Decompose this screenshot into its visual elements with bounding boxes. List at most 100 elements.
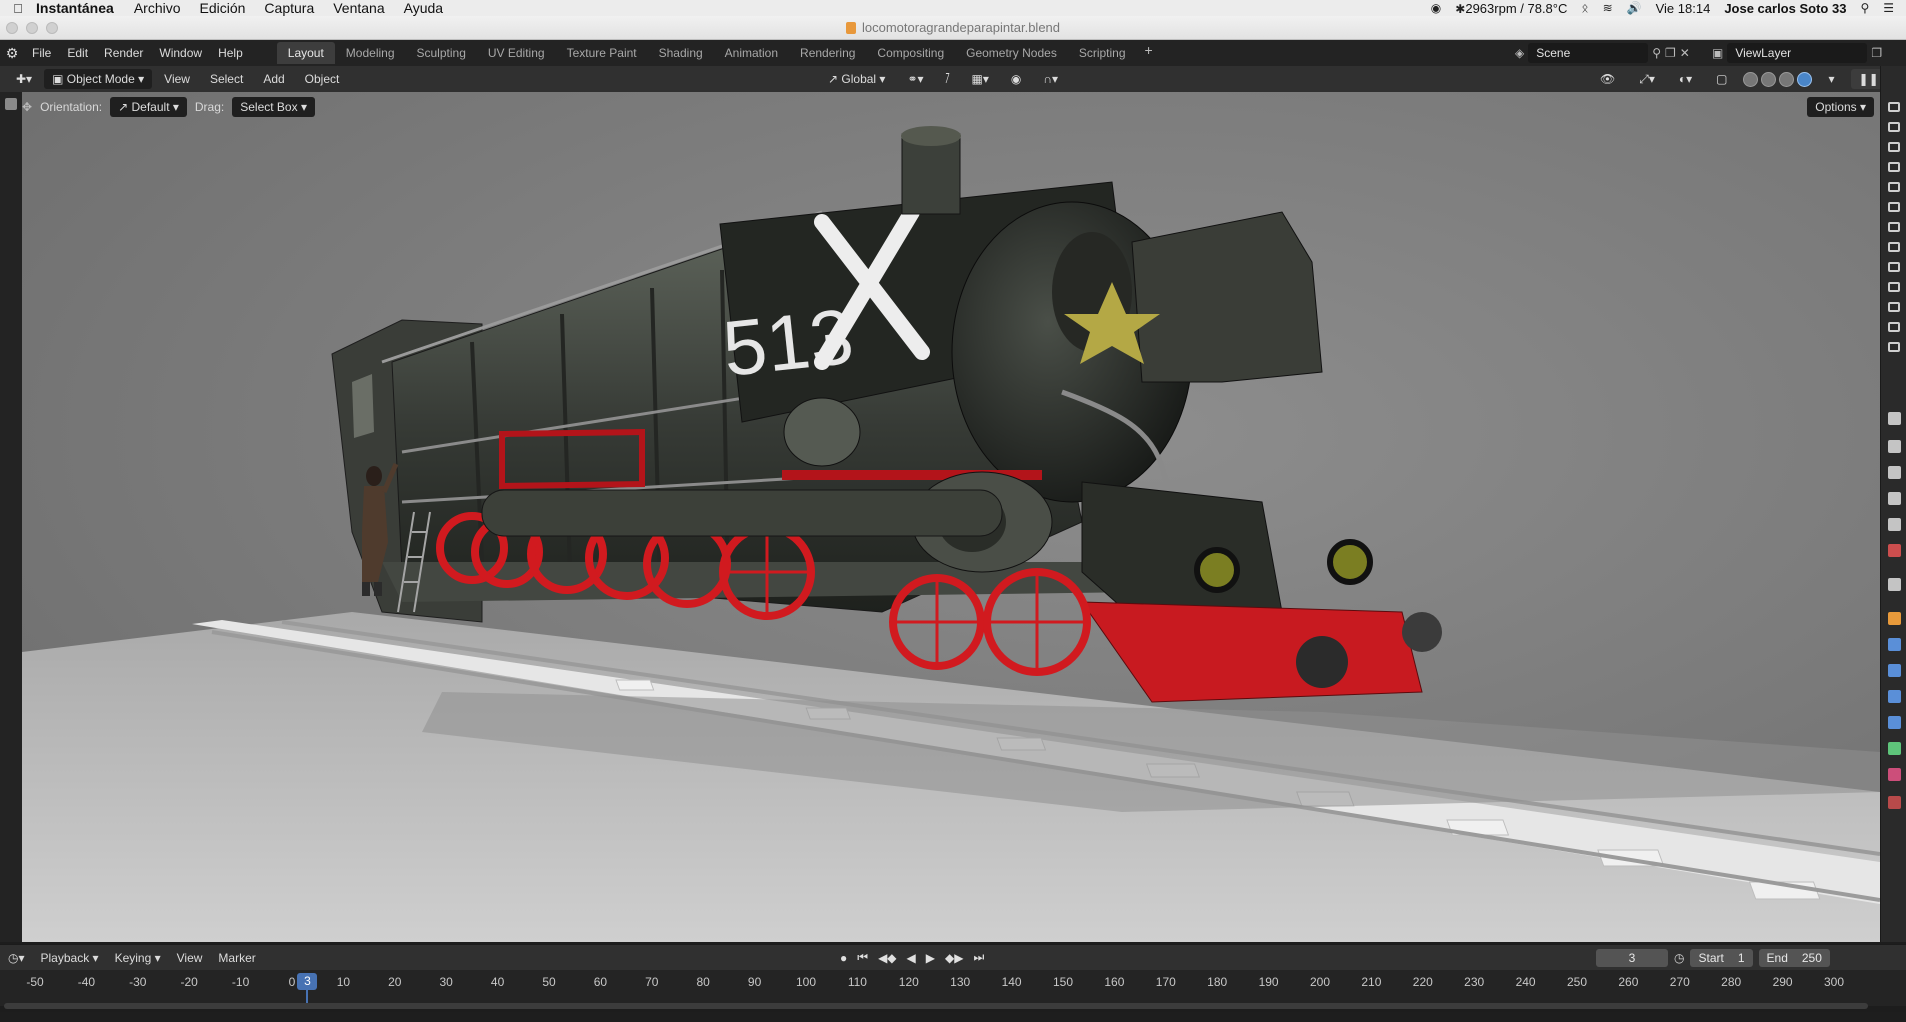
view-layer-properties-icon[interactable] [1888, 492, 1901, 505]
orientation-dropdown[interactable]: ↗ Default ▾ [110, 97, 187, 117]
clock-icon[interactable]: ◷ [1674, 951, 1684, 965]
mac-menu-edicion[interactable]: Edición [200, 0, 246, 16]
object-data-properties-icon[interactable] [1888, 742, 1901, 755]
physics-properties-icon[interactable] [1888, 690, 1901, 703]
output-properties-icon[interactable] [1888, 466, 1901, 479]
remove-scene-icon[interactable]: ✕ [1680, 46, 1690, 60]
start-frame-field[interactable]: Start 1 [1690, 948, 1753, 967]
view-layer-name-field[interactable]: ViewLayer [1727, 43, 1868, 63]
camera-icon[interactable] [1888, 342, 1900, 352]
menu-playback[interactable]: Playback ▾ [33, 951, 107, 965]
wifi-icon[interactable]: ≋ [1603, 1, 1613, 15]
3d-viewport[interactable]: 513 [22, 92, 1880, 942]
scene-properties-icon[interactable] [1888, 518, 1901, 531]
particle-properties-icon[interactable] [1888, 664, 1901, 677]
texture-properties-icon[interactable] [1888, 796, 1901, 809]
bluetooth-icon[interactable]: ᛟ [1581, 1, 1588, 15]
tab-texture-paint[interactable]: Texture Paint [556, 42, 648, 64]
tab-animation[interactable]: Animation [714, 42, 789, 64]
play-icon[interactable]: ▶ [926, 951, 935, 965]
overlay-icon[interactable]: ◐▾ [1671, 69, 1700, 89]
timeline-scrollbar[interactable] [4, 1003, 1868, 1009]
new-scene-icon[interactable]: ❐ [1665, 46, 1676, 60]
pin-icon[interactable]: ⚲ [1652, 46, 1661, 60]
jump-start-icon[interactable]: ⏮ [857, 950, 868, 965]
jump-end-icon[interactable]: ⏭ [973, 950, 984, 965]
camera-icon[interactable] [1888, 262, 1900, 272]
options-dropdown[interactable]: Options ▾ [1807, 97, 1874, 117]
minimize-window-button[interactable] [26, 22, 38, 34]
next-keyframe-icon[interactable]: ◆▶ [945, 951, 963, 965]
camera-icon[interactable] [1888, 242, 1900, 252]
wireframe-shading-button[interactable] [1743, 71, 1759, 87]
menu-render[interactable]: Render [96, 46, 151, 60]
xray-icon[interactable]: ▢ [1708, 69, 1735, 89]
scene-name-field[interactable]: Scene [1528, 43, 1649, 63]
gizmo-icon[interactable]: ⤢▾ [1631, 69, 1663, 89]
menu-marker[interactable]: Marker [210, 951, 263, 965]
solid-shading-button[interactable] [1761, 71, 1777, 87]
timeline-editor-type-icon[interactable]: ◷▾ [0, 951, 33, 965]
camera-icon[interactable] [1888, 222, 1900, 232]
camera-icon[interactable] [1888, 182, 1900, 192]
new-view-layer-icon[interactable]: ❐ [1871, 46, 1882, 60]
mac-menu-ayuda[interactable]: Ayuda [404, 0, 443, 16]
record-icon[interactable]: ● [840, 951, 847, 965]
timeline-ruler[interactable]: -50 -40 -30 -20 -10 0 10 20 30 40 50 60 70 80 90 100 110… [0, 970, 1906, 1006]
material-shading-button[interactable] [1779, 71, 1795, 87]
rendered-shading-button[interactable] [1797, 71, 1813, 87]
menu-edit[interactable]: Edit [59, 46, 96, 60]
menu-select[interactable]: Select [202, 69, 251, 89]
select-tool-icon[interactable] [5, 98, 17, 110]
menu-view[interactable]: View [156, 69, 198, 89]
zoom-window-button[interactable] [46, 22, 58, 34]
tab-rendering[interactable]: Rendering [789, 42, 866, 64]
object-properties-icon[interactable] [1888, 612, 1901, 625]
constraint-properties-icon[interactable] [1888, 716, 1901, 729]
camera-icon[interactable] [1888, 142, 1900, 152]
falloff-icon[interactable]: ∩▾ [1035, 69, 1066, 89]
mac-clock[interactable]: Vie 18:14 [1656, 1, 1711, 16]
menu-window[interactable]: Window [151, 46, 210, 60]
proportional-edit-icon[interactable]: ◉ [1003, 69, 1029, 89]
pivot-point-icon[interactable]: ⚭▾ [899, 69, 931, 89]
tab-uv-editing[interactable]: UV Editing [477, 42, 556, 64]
prev-keyframe-icon[interactable]: ◀◆ [878, 951, 896, 965]
play-reverse-icon[interactable]: ◀ [907, 951, 916, 965]
tab-scripting[interactable]: Scripting [1068, 42, 1137, 64]
tab-modeling[interactable]: Modeling [335, 42, 406, 64]
camera-icon[interactable] [1888, 122, 1900, 132]
spotlight-search-icon[interactable]: ⚲ [1860, 1, 1869, 15]
material-properties-icon[interactable] [1888, 768, 1901, 781]
end-frame-field[interactable]: End 250 [1758, 948, 1830, 967]
tab-compositing[interactable]: Compositing [866, 42, 955, 64]
transform-orientation-dropdown[interactable]: ↗ Global ▾ [820, 69, 893, 89]
drag-dropdown[interactable]: Select Box ▾ [232, 97, 315, 117]
camera-icon[interactable] [1888, 102, 1900, 112]
modifier-properties-icon[interactable] [1888, 638, 1901, 651]
mac-menu-ventana[interactable]: Ventana [333, 0, 384, 16]
notification-center-icon[interactable]: ☰ [1883, 1, 1894, 15]
menu-add[interactable]: Add [255, 69, 292, 89]
current-frame-field[interactable]: 3 [1596, 948, 1668, 967]
menu-file[interactable]: File [24, 46, 59, 60]
collection-properties-icon[interactable] [1888, 578, 1901, 591]
creative-cloud-icon[interactable]: ◉ [1431, 1, 1441, 15]
cpu-status[interactable]: ✱2963rpm / 78.8°C [1455, 1, 1567, 16]
menu-timeline-view[interactable]: View [169, 951, 211, 965]
current-frame-indicator[interactable]: 3 [297, 973, 318, 990]
move-tool-icon[interactable]: ✥ [22, 100, 32, 114]
camera-icon[interactable] [1888, 322, 1900, 332]
camera-icon[interactable] [1888, 302, 1900, 312]
tool-properties-icon[interactable] [1888, 412, 1901, 425]
mac-menu-captura[interactable]: Captura [264, 0, 314, 16]
tab-layout[interactable]: Layout [276, 42, 335, 64]
tab-geometry-nodes[interactable]: Geometry Nodes [955, 42, 1068, 64]
camera-icon[interactable] [1888, 162, 1900, 172]
scene-icon[interactable]: ◈ [1515, 46, 1524, 60]
editor-type-icon[interactable]: ✚▾ [8, 69, 40, 89]
visibility-icon[interactable]: 👁▾ [1592, 69, 1623, 106]
object-mode-dropdown[interactable]: ▣ Object Mode ▾ [44, 69, 153, 89]
apple-icon[interactable]:  [0, 1, 36, 16]
mac-user-name[interactable]: Jose carlos Soto 33 [1724, 1, 1846, 16]
